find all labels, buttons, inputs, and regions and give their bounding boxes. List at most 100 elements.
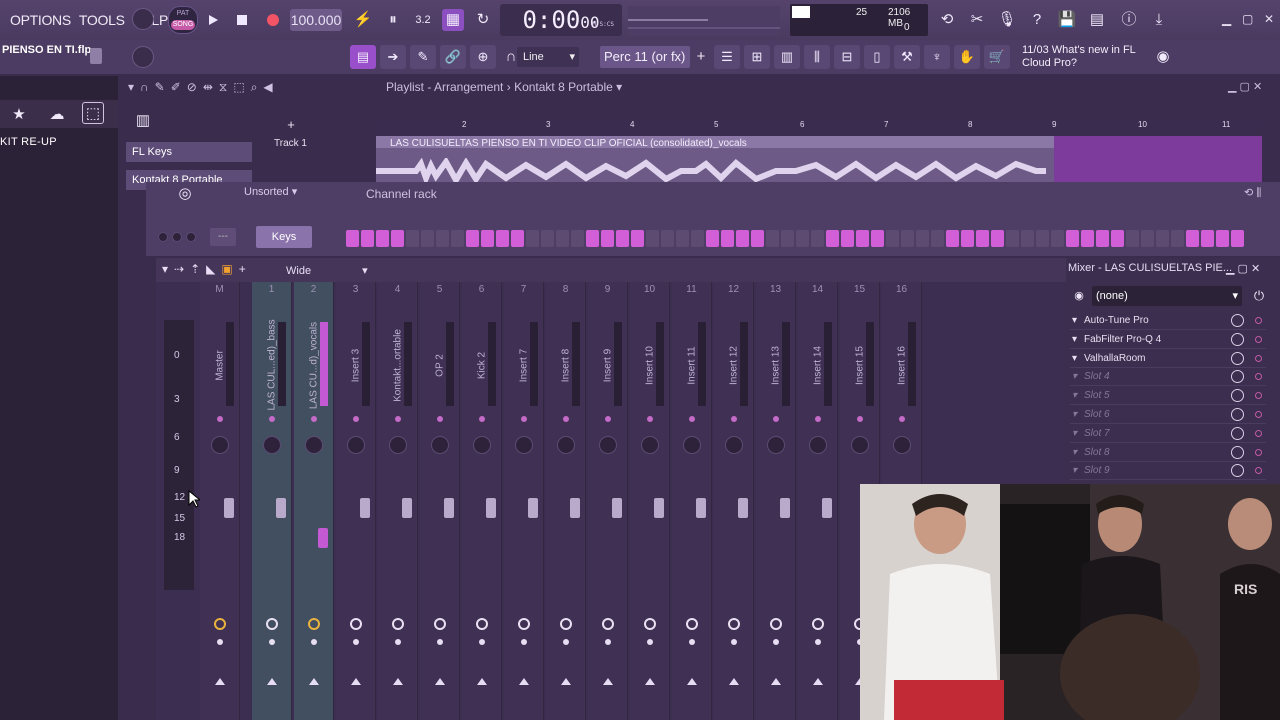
mixer-strip[interactable]: 12 Insert 12 — [714, 282, 754, 720]
route-arrow-icon[interactable] — [729, 678, 739, 685]
pan-knob[interactable] — [211, 436, 229, 454]
pan-knob[interactable] — [683, 436, 701, 454]
step-button[interactable] — [1006, 230, 1019, 247]
slot-mix-knob[interactable] — [1231, 408, 1244, 421]
minimize-icon[interactable]: ▁ — [1222, 12, 1231, 26]
mute-toggle[interactable] — [434, 618, 446, 630]
slot-enable-toggle[interactable] — [1255, 467, 1262, 475]
chevron-down-icon[interactable]: ▾ — [1072, 349, 1077, 368]
slot-enable-toggle[interactable] — [1255, 429, 1262, 437]
step-button[interactable] — [931, 230, 944, 247]
snap-select[interactable]: Line ▾ — [517, 47, 579, 67]
record-arm-dot[interactable] — [353, 639, 359, 645]
route-arrow-icon[interactable] — [351, 678, 361, 685]
slice-icon[interactable]: ⧖ — [219, 80, 227, 95]
mute-toggle[interactable] — [602, 618, 614, 630]
pan-knob[interactable] — [851, 436, 869, 454]
step-button[interactable] — [991, 230, 1004, 247]
record-arm-dot[interactable] — [647, 639, 653, 645]
arrow-tool-icon[interactable]: ➔ — [380, 45, 406, 69]
record-arm-dot[interactable] — [521, 639, 527, 645]
channel-rack-window-controls[interactable]: ⟲ ⫼ — [1244, 186, 1261, 200]
step-button[interactable] — [826, 230, 839, 247]
mixer-strip[interactable]: 1 LAS CUL...ed)_bass — [252, 282, 292, 720]
chevron-down-icon[interactable]: ▾ — [128, 80, 134, 95]
volume-fader[interactable] — [318, 528, 328, 548]
mute-toggle[interactable] — [214, 618, 226, 630]
pan-knob[interactable] — [515, 436, 533, 454]
options-icon[interactable]: ◎ — [174, 183, 196, 205]
step-button[interactable] — [466, 230, 479, 247]
pat-song-toggle[interactable]: PAT SONG — [168, 6, 198, 34]
pan-knob[interactable] — [263, 436, 281, 454]
delete-icon[interactable]: ⊘ — [187, 80, 197, 95]
stereo-separation-knob[interactable] — [217, 416, 223, 422]
zoom-icon[interactable]: ⌕ — [251, 80, 258, 95]
route-arrow-icon[interactable] — [267, 678, 277, 685]
channel-rack-icon[interactable]: ⊞ — [744, 45, 770, 69]
mute-toggle[interactable] — [770, 618, 782, 630]
step-button[interactable] — [676, 230, 689, 247]
record-arm-dot[interactable] — [689, 639, 695, 645]
pan-knob[interactable] — [557, 436, 575, 454]
pan-knob[interactable] — [767, 436, 785, 454]
record-arm-dot[interactable] — [311, 639, 317, 645]
mute-toggle[interactable] — [518, 618, 530, 630]
link-icon[interactable]: ⇡ — [190, 262, 200, 276]
step-button[interactable] — [916, 230, 929, 247]
channel-button-keys[interactable]: Keys — [256, 226, 312, 248]
route-arrow-icon[interactable] — [215, 678, 225, 685]
step-button[interactable] — [1111, 230, 1124, 247]
globe-icon[interactable]: ◉ — [1152, 46, 1174, 68]
pan-knob[interactable] — [389, 436, 407, 454]
volume-fader[interactable] — [612, 498, 622, 518]
step-button[interactable] — [421, 230, 434, 247]
cloud-icon[interactable]: ☁ — [46, 104, 68, 126]
stereo-separation-knob[interactable] — [311, 416, 317, 422]
step-button[interactable] — [496, 230, 509, 247]
route-arrow-icon[interactable] — [645, 678, 655, 685]
step-button[interactable] — [766, 230, 779, 247]
chevron-down-icon[interactable]: ▾ — [1072, 405, 1077, 424]
sidechain-icon[interactable]: ◣ — [206, 262, 215, 276]
step-button[interactable] — [871, 230, 884, 247]
plugin-icon[interactable]: ▤ — [1086, 9, 1108, 31]
route-icon[interactable]: ⇢ — [174, 262, 184, 276]
record-arm-dot[interactable] — [217, 639, 223, 645]
step-button[interactable] — [391, 230, 404, 247]
step-button[interactable] — [646, 230, 659, 247]
mixer-window-controls[interactable]: ▁ ▢ ✕ — [1226, 262, 1260, 275]
step-button[interactable] — [691, 230, 704, 247]
record-arm-dot[interactable] — [731, 639, 737, 645]
slot-mix-knob[interactable] — [1231, 351, 1244, 365]
folder-icon[interactable]: ⬚ — [82, 102, 104, 124]
effect-slot[interactable]: Slot 4 ▾ — [1070, 367, 1266, 387]
slip-icon[interactable]: ⇹ — [203, 80, 213, 95]
wait-input-icon[interactable]: ⏸ — [382, 9, 404, 31]
mixer-strip[interactable]: 5 OP 2 — [420, 282, 460, 720]
route-arrow-icon[interactable] — [603, 678, 613, 685]
step-button[interactable] — [841, 230, 854, 247]
step-button[interactable] — [1036, 230, 1049, 247]
step-button[interactable] — [526, 230, 539, 247]
step-button[interactable] — [901, 230, 914, 247]
record-button[interactable] — [260, 7, 286, 33]
route-arrow-icon[interactable] — [561, 678, 571, 685]
stereo-separation-knob[interactable] — [269, 416, 275, 422]
slot-mix-knob[interactable] — [1231, 370, 1244, 384]
mixer-strip[interactable]: 3 Insert 3 — [336, 282, 376, 720]
brush-icon[interactable]: ✐ — [171, 80, 181, 95]
plugin-picker-icon[interactable]: ⚒ — [894, 45, 920, 69]
effect-slot[interactable]: Auto-Tune Pro ▾ — [1070, 311, 1266, 330]
step-button[interactable] — [376, 230, 389, 247]
step-button[interactable] — [796, 230, 809, 247]
step-button[interactable] — [1216, 230, 1229, 247]
volume-fader[interactable] — [570, 498, 580, 518]
record-arm-dot[interactable] — [815, 639, 821, 645]
stereo-separation-knob[interactable] — [731, 416, 737, 422]
volume-fader[interactable] — [360, 498, 370, 518]
mixer-strip[interactable]: 6 Kick 2 — [462, 282, 502, 720]
pan-knob[interactable] — [305, 436, 323, 454]
stereo-separation-knob[interactable] — [815, 416, 821, 422]
preset-icon[interactable]: ◉ — [1068, 285, 1090, 307]
